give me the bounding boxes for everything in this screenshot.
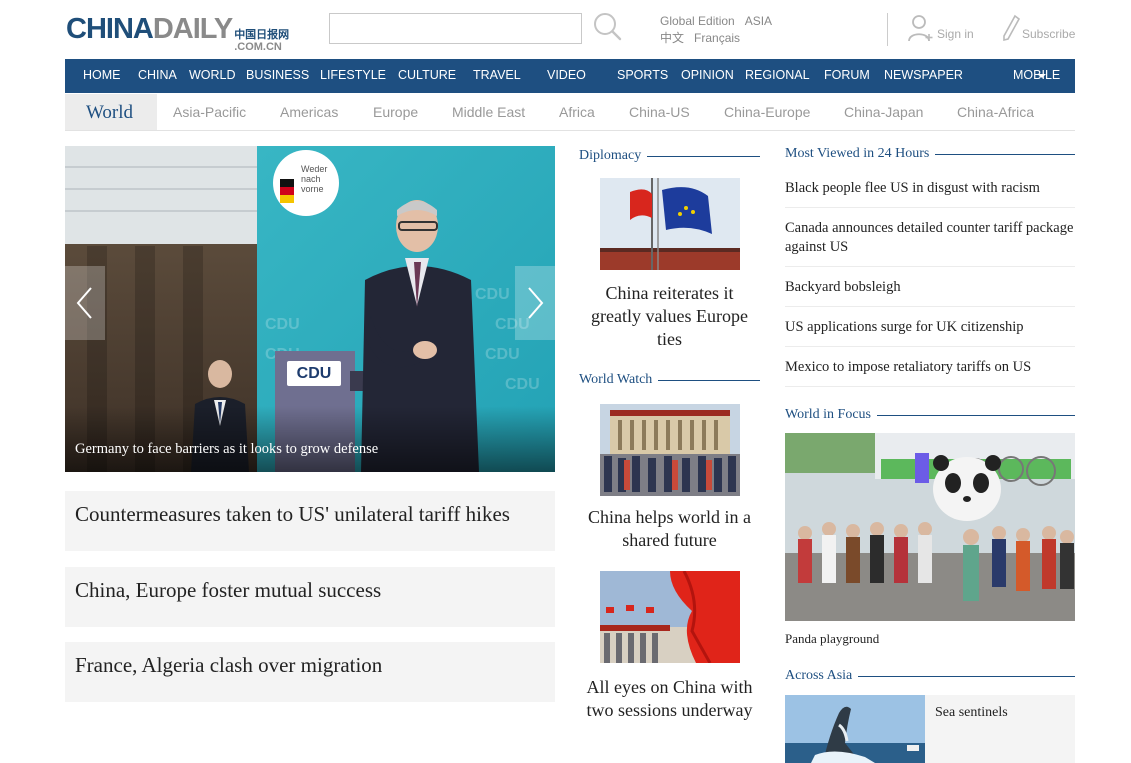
most-viewed-item[interactable]: Backyard bobsleigh	[785, 278, 1075, 297]
asia-edition-link[interactable]: ASIA	[745, 13, 772, 30]
hero-caption[interactable]: Germany to face barriers as it looks to …	[75, 441, 378, 458]
world-watch-thumbnail-1[interactable]	[600, 404, 740, 496]
main-navigation: HOME CHINA WORLD BUSINESS LIFESTYLE CULT…	[65, 59, 1075, 93]
diplomacy-thumbnail[interactable]	[600, 178, 740, 270]
most-viewed-section-header: Most Viewed in 24 Hours	[785, 145, 1075, 163]
world-subnavigation: World Asia-Pacific Americas Europe Middl…	[65, 94, 1075, 131]
subnav-china-japan[interactable]: China-Japan	[844, 104, 923, 120]
world-watch-section-header: World Watch	[579, 371, 760, 389]
most-viewed-item[interactable]: Canada announces detailed counter tariff…	[785, 219, 1075, 257]
german-flag-icon	[280, 179, 294, 203]
diplomacy-section-header: Diplomacy	[579, 147, 760, 165]
china-daily-logo[interactable]: CHINADAILY 中国日报网 .COM.CN	[66, 12, 289, 53]
nav-newspaper[interactable]: NEWSPAPER	[884, 68, 963, 82]
subnav-americas[interactable]: Americas	[280, 104, 338, 120]
search-icon[interactable]	[593, 12, 623, 42]
chinese-edition-link[interactable]: 中文	[660, 30, 684, 47]
world-watch-heading[interactable]: World Watch	[579, 372, 652, 388]
sign-in-button[interactable]: Sign in	[907, 14, 974, 42]
nav-forum[interactable]: FORUM	[824, 68, 870, 82]
diplomacy-headline[interactable]: China reiterates it greatly values Europ…	[579, 282, 760, 351]
nav-mobile[interactable]: MOBILE	[1013, 68, 1060, 82]
sign-in-label: Sign in	[937, 27, 974, 41]
chevron-right-icon	[528, 287, 544, 319]
nav-home[interactable]: HOME	[83, 68, 121, 82]
subnav-africa[interactable]: Africa	[559, 104, 595, 120]
most-viewed-item[interactable]: Mexico to impose retaliatory tariffs on …	[785, 358, 1075, 377]
nav-regional[interactable]: REGIONAL	[745, 68, 810, 82]
world-in-focus-caption[interactable]: Panda playground	[785, 631, 879, 647]
world-watch-headline-2[interactable]: All eyes on China with two sessions unde…	[579, 676, 760, 722]
world-in-focus-section-header: World in Focus	[785, 406, 1075, 424]
pencil-icon	[1003, 14, 1020, 42]
world-in-focus-heading[interactable]: World in Focus	[785, 407, 871, 423]
podium-sign: CDU	[287, 361, 341, 386]
across-asia-item[interactable]: Sea sentinels	[785, 695, 1075, 763]
world-in-focus-photo[interactable]	[785, 433, 1075, 621]
slider-next-button[interactable]	[515, 266, 555, 340]
subnav-china-us[interactable]: China-US	[629, 104, 690, 120]
french-edition-link[interactable]: Français	[694, 30, 740, 47]
nav-video[interactable]: VIDEO	[547, 68, 586, 82]
top-story-link[interactable]: France, Algeria clash over migration	[65, 642, 555, 702]
list-divider	[785, 207, 1075, 208]
search-input[interactable]	[329, 13, 582, 44]
hero-slider[interactable]: CDU CDU CDU CDU CDU CDU CDU Weder nach v…	[65, 146, 555, 472]
list-divider	[785, 266, 1075, 267]
logo-wordmark: CHINADAILY	[66, 13, 233, 45]
nav-business[interactable]: BUSINESS	[246, 68, 309, 82]
header-divider	[887, 13, 888, 46]
caption-gradient	[65, 406, 555, 472]
across-asia-thumbnail	[785, 695, 925, 763]
most-viewed-heading: Most Viewed in 24 Hours	[785, 146, 930, 161]
across-asia-headline: Sea sentinels	[935, 705, 1008, 720]
diplomacy-heading[interactable]: Diplomacy	[579, 148, 641, 164]
across-asia-heading[interactable]: Across Asia	[785, 668, 852, 684]
nav-travel[interactable]: TRAVEL	[473, 68, 521, 82]
subnav-middle-east[interactable]: Middle East	[452, 104, 525, 120]
subnav-china-europe[interactable]: China-Europe	[724, 104, 810, 120]
subnav-china-africa[interactable]: China-Africa	[957, 104, 1034, 120]
subscribe-button[interactable]: Subscribe	[1002, 14, 1075, 42]
subnav-europe[interactable]: Europe	[373, 104, 418, 120]
user-add-icon	[908, 15, 933, 42]
logo-chinese-mark: 中国日报网 .COM.CN	[234, 28, 290, 54]
nav-world[interactable]: WORLD	[189, 68, 236, 82]
site-header: CHINADAILY 中国日报网 .COM.CN Global Edition …	[0, 0, 1131, 58]
list-divider	[785, 306, 1075, 307]
global-edition-link[interactable]: Global Edition	[660, 13, 735, 30]
across-asia-section-header: Across Asia	[785, 667, 1075, 685]
edition-switcher: Global Edition ASIA 中文 Français	[660, 13, 772, 47]
list-divider	[785, 386, 1075, 387]
most-viewed-item[interactable]: Black people flee US in disgust with rac…	[785, 179, 1075, 198]
top-story-link[interactable]: China, Europe foster mutual success	[65, 567, 555, 627]
nav-opinion[interactable]: OPINION	[681, 68, 734, 82]
world-watch-thumbnail-2[interactable]	[600, 571, 740, 663]
nav-sports[interactable]: SPORTS	[617, 68, 668, 82]
chevron-left-icon	[76, 287, 92, 319]
nav-lifestyle[interactable]: LIFESTYLE	[320, 68, 386, 82]
slider-prev-button[interactable]	[65, 266, 105, 340]
nav-china[interactable]: CHINA	[138, 68, 177, 82]
subnav-world[interactable]: World	[86, 102, 133, 124]
nav-culture[interactable]: CULTURE	[398, 68, 456, 82]
list-divider	[785, 346, 1075, 347]
world-watch-headline-1[interactable]: China helps world in a shared future	[579, 506, 760, 552]
top-story-link[interactable]: Countermeasures taken to US' unilateral …	[65, 491, 555, 551]
subscribe-label: Subscribe	[1022, 27, 1076, 41]
subnav-asia-pacific[interactable]: Asia-Pacific	[173, 104, 246, 120]
most-viewed-item[interactable]: US applications surge for UK citizenship	[785, 318, 1075, 337]
